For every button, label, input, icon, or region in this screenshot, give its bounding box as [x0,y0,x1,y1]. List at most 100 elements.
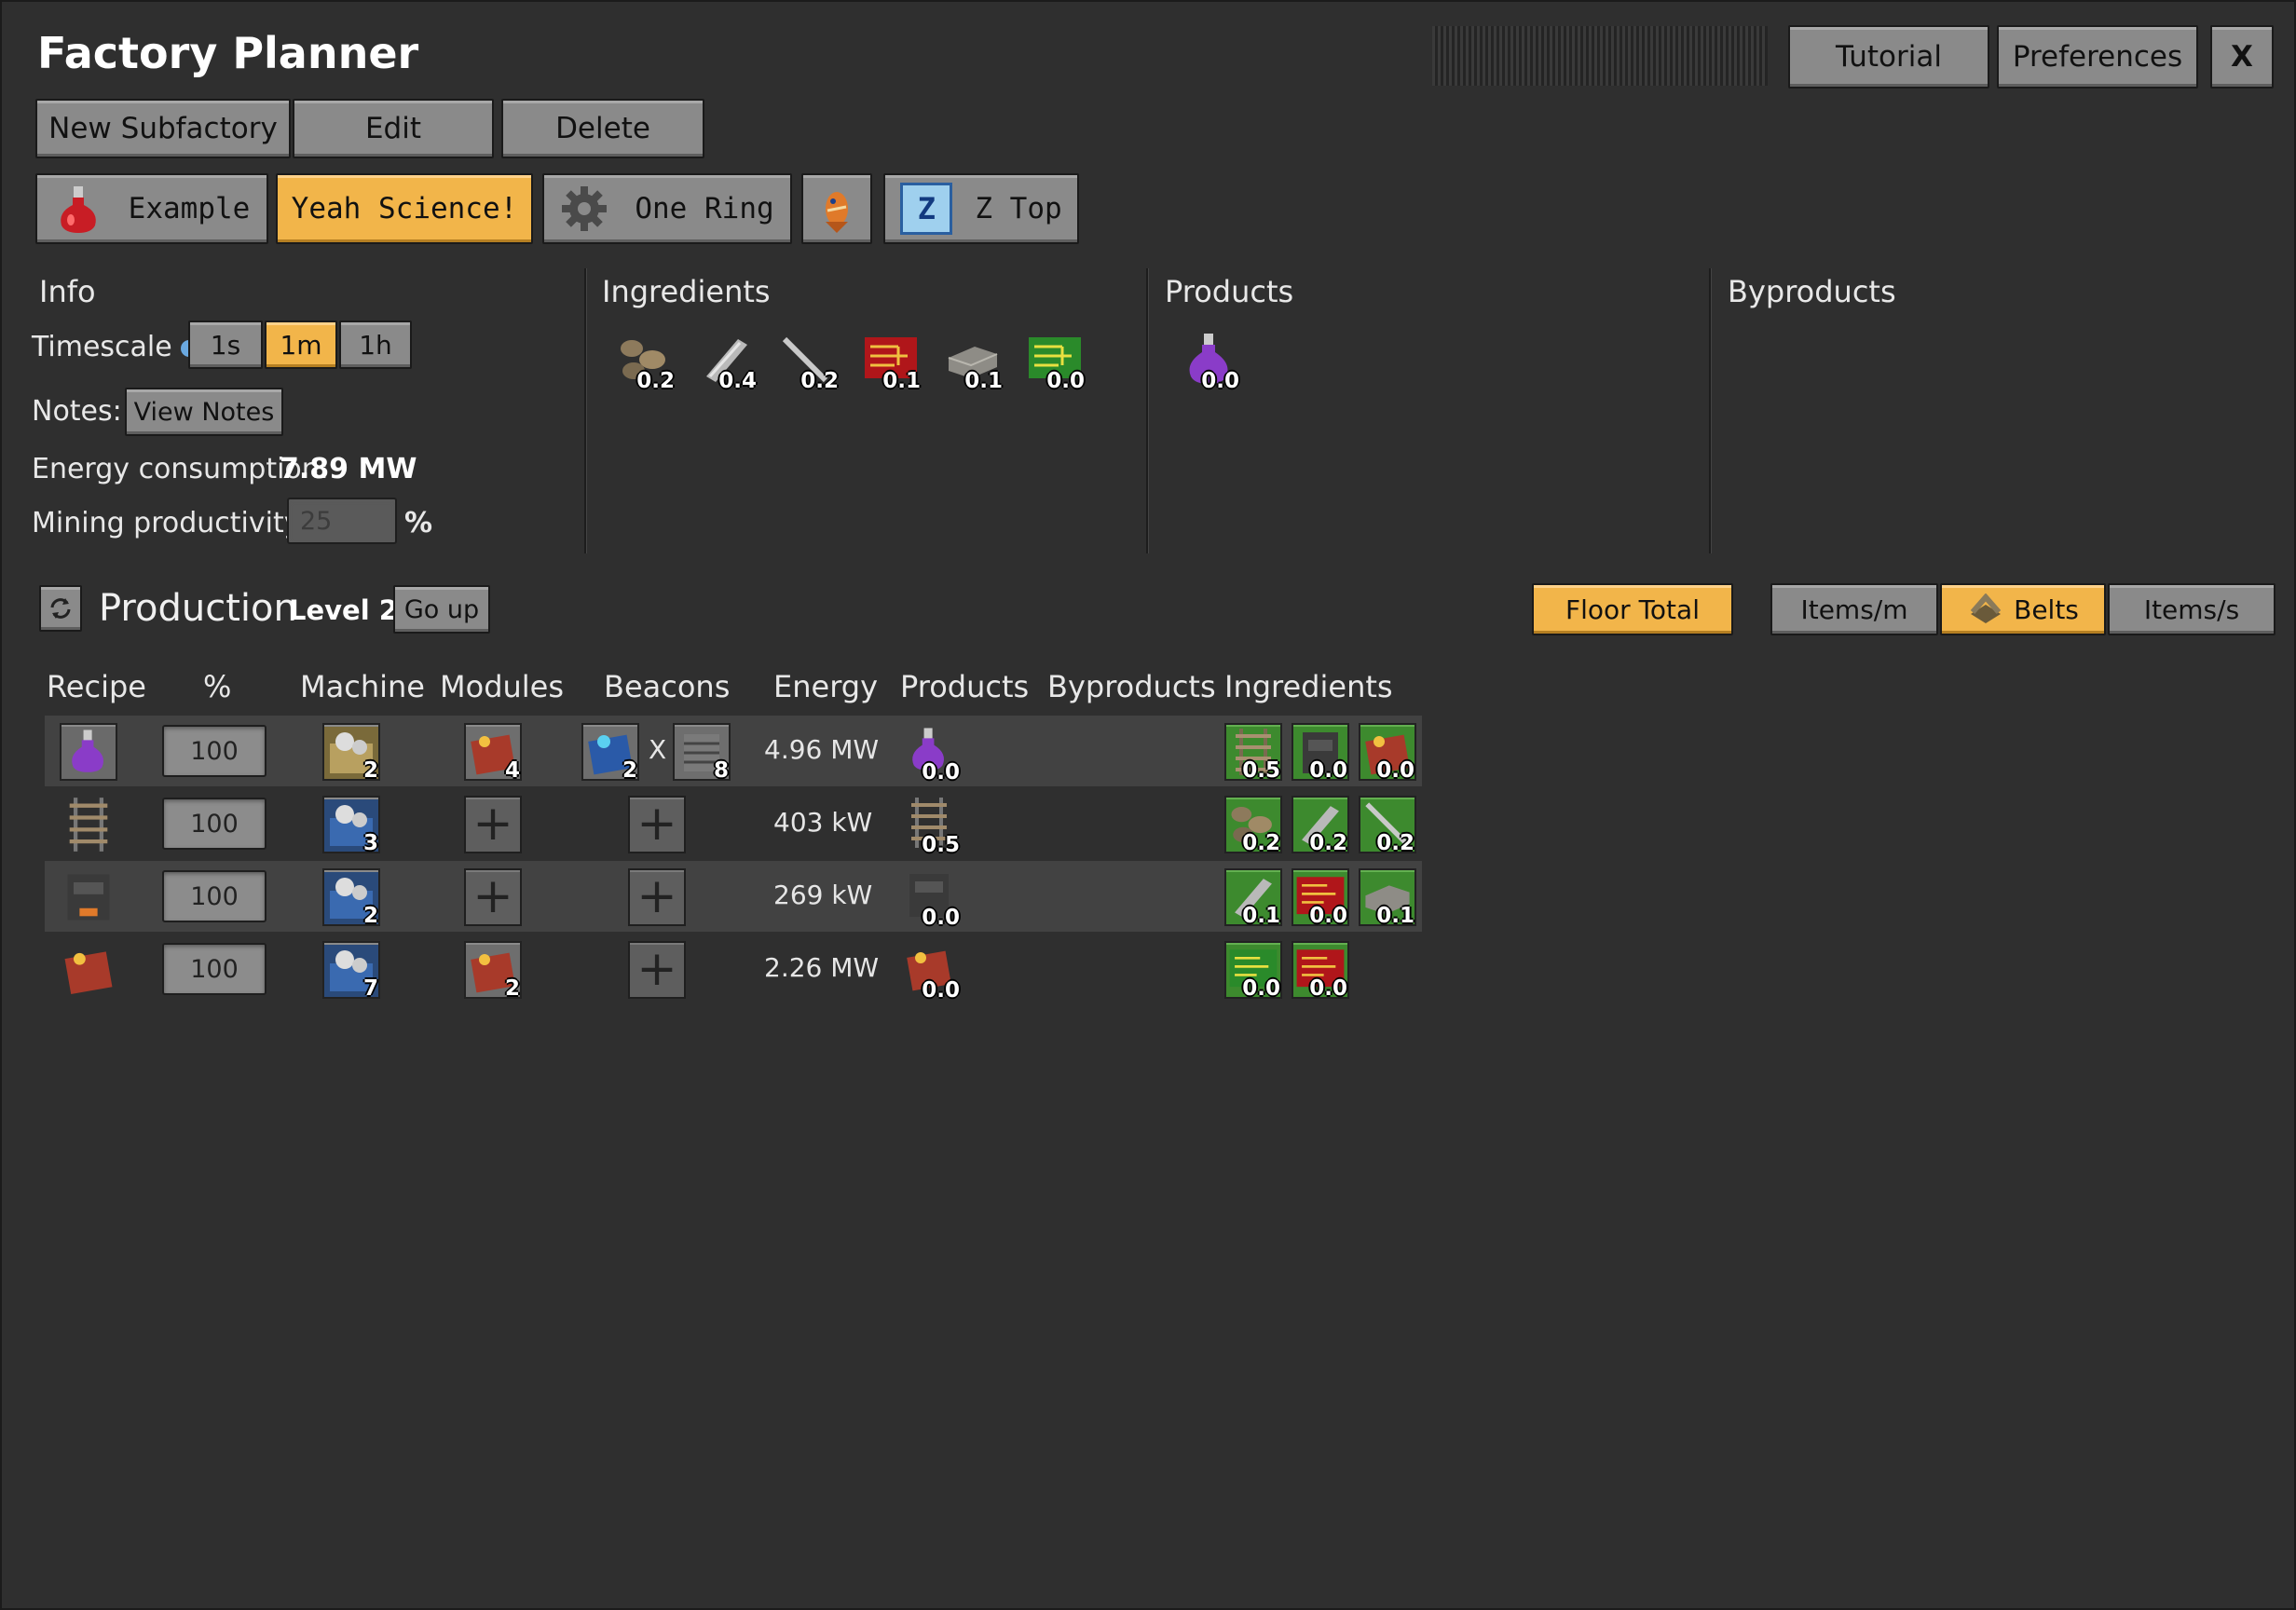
percent-input[interactable]: 100 [162,798,266,850]
subfactory-label: Z Top [975,192,1062,225]
steel-rod-icon[interactable]: 0.2 [779,330,839,393]
product-rail[interactable]: 0.5 [902,796,960,857]
machine-assembler[interactable]: 2 [322,868,380,928]
ingredient-furnace[interactable]: 0.0 [1292,723,1349,783]
product-productivity-module[interactable]: 0.0 [902,941,960,1003]
furnace-block-icon [60,868,119,926]
column-energy: Energy [773,669,879,704]
subfactory-one-ring[interactable]: One Ring [542,173,792,244]
module-productivity[interactable]: 2 [464,941,522,1001]
ingredient-red-circuit[interactable]: 0.0 [1292,941,1349,1001]
stone-brick-icon[interactable]: 0.1 [943,330,1003,393]
info-heading: Info [39,274,96,309]
ingredient-productivity-module[interactable]: 0.0 [1359,723,1416,783]
view-notes-button[interactable]: View Notes [125,388,283,436]
column-beacons: Beacons [604,669,731,704]
column-products: Products [900,669,1030,704]
products-heading: Products [1165,274,1294,309]
beacon-slot[interactable]: 2 [581,723,639,783]
go-up-button[interactable]: Go up [393,585,490,634]
module-productivity[interactable]: 4 [464,723,522,783]
add-beacon-button[interactable]: + [628,796,686,853]
purple-flask-icon[interactable]: 0.0 [1180,330,1239,393]
drag-handle[interactable] [1432,26,1768,86]
ingredient-rail[interactable]: 0.5 [1224,723,1282,783]
machine-assembler[interactable]: 2 [322,723,380,783]
ingredient-red-circuit[interactable]: 0.0 [1292,868,1349,928]
mining-unit: % [404,507,433,539]
byproducts-heading: Byproducts [1728,274,1896,309]
energy-value: 2.26 MW [764,952,880,983]
ingredient-stone[interactable]: 0.2 [1224,796,1282,855]
column-byproducts: Byproducts [1047,669,1216,704]
tutorial-button[interactable]: Tutorial [1788,25,1989,89]
preferences-button[interactable]: Preferences [1997,25,2198,89]
percent-input[interactable]: 100 [162,870,266,922]
red-flask-icon [54,184,102,233]
mining-productivity-input[interactable]: 25 [287,498,397,544]
ingredient-iron-stick[interactable]: 0.2 [1292,796,1349,855]
unit-items-per-minute[interactable]: Items/m [1770,583,1938,635]
recipe-furnace[interactable] [60,868,119,928]
timescale-1h[interactable]: 1h [339,321,412,369]
belt-icon [1967,594,2004,625]
unit-items-per-second[interactable]: Items/s [2108,583,2276,635]
column-recipe: Recipe [47,669,146,704]
recipe-rail[interactable] [60,796,119,855]
product-purple-flask[interactable]: 0.0 [902,723,960,785]
subfactory-yeah-science[interactable]: Yeah Science! [276,173,533,244]
refresh-icon [47,594,75,622]
close-button[interactable]: X [2210,25,2274,89]
machine-assembler[interactable]: 7 [322,941,380,1001]
add-beacon-button[interactable]: + [628,941,686,999]
productivity-module-icon [60,941,119,999]
add-module-button[interactable]: + [464,868,522,926]
green-circuit-icon[interactable]: 0.0 [1025,330,1085,393]
column-machine: Machine [300,669,425,704]
subfactory-z-top[interactable]: Z Z Top [883,173,1079,244]
recipe-purple-flask[interactable] [60,723,117,781]
ingredient-steel-rod[interactable]: 0.2 [1359,796,1416,855]
new-subfactory-button[interactable]: New Subfactory [35,99,291,158]
production-level: Level 2 [289,594,398,626]
iron-stick-icon[interactable]: 0.4 [697,330,757,393]
ingredient-green-circuit[interactable]: 0.0 [1224,941,1282,1001]
energy-value: 269 kW [773,880,873,910]
beacon-slot[interactable]: 8 [673,723,731,783]
fish-icon [816,184,857,233]
subfactory-label: One Ring [635,192,774,225]
ingredient-stone-brick[interactable]: 0.1 [1359,868,1416,928]
factory-planner-window: Factory Planner Tutorial Preferences X N… [0,0,2296,1610]
subfactory-fish[interactable] [801,173,872,244]
energy-value: 403 kW [773,807,873,838]
stone-ore-icon[interactable]: 0.2 [615,330,675,393]
ingredients-heading: Ingredients [602,274,771,309]
add-beacon-button[interactable]: + [628,868,686,926]
delete-button[interactable]: Delete [501,99,704,158]
purple-flask-icon [62,725,116,779]
recipe-productivity-module[interactable] [60,941,119,1001]
column-ingredients: Ingredients [1224,669,1393,704]
energy-value: 4.96 MW [764,734,880,765]
edit-button[interactable]: Edit [293,99,494,158]
product-furnace[interactable]: 0.0 [902,868,960,930]
refresh-button[interactable] [39,585,82,632]
machine-assembler[interactable]: 3 [322,796,380,855]
percent-input[interactable]: 100 [162,725,266,777]
column-modules: Modules [440,669,565,704]
percent-input[interactable]: 100 [162,943,266,995]
subfactory-label: Yeah Science! [291,192,518,225]
subfactory-example[interactable]: Example [35,173,268,244]
energy-consumption-value: 7.89 MW [280,453,417,485]
red-circuit-icon[interactable]: 0.1 [861,330,921,393]
column-percent: % [203,669,232,704]
timescale-1m[interactable]: 1m [265,321,337,369]
divider [1146,268,1149,553]
add-module-button[interactable]: + [464,796,522,853]
timescale-1s[interactable]: 1s [188,321,263,369]
timescale-label: Timescale : [32,331,207,363]
notes-label: Notes: [32,395,122,428]
unit-belts[interactable]: Belts [1940,583,2106,635]
ingredient-iron-stick[interactable]: 0.1 [1224,868,1282,928]
floor-total-button[interactable]: Floor Total [1532,583,1733,635]
